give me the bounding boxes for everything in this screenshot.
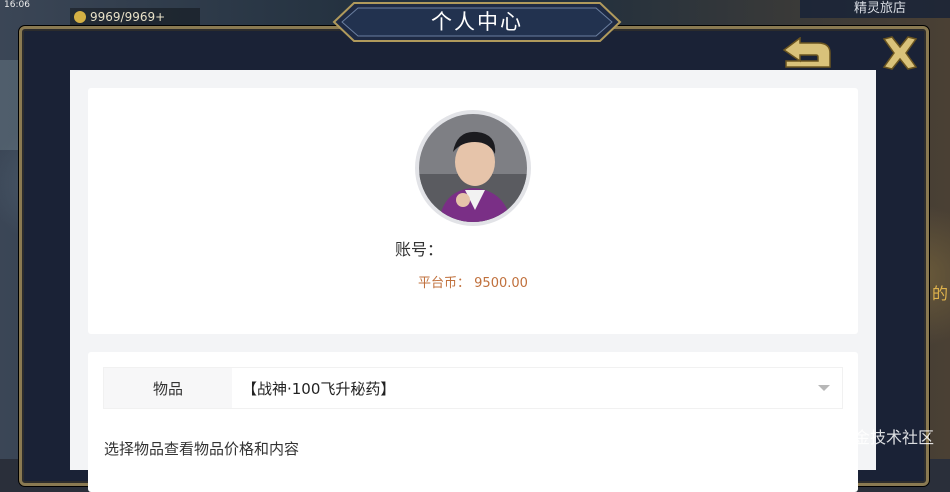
- platform-coins: 平台币： 9500.00: [418, 272, 528, 291]
- account-row: 账号：: [395, 236, 443, 260]
- left-side-panel: [0, 60, 18, 150]
- profile-card: 账号： 平台币： 9500.00: [88, 88, 858, 334]
- item-selected-value: 【战神·100飞升秘药】: [242, 379, 396, 398]
- shop-button[interactable]: 精灵旅店: [800, 0, 950, 18]
- back-button[interactable]: [780, 36, 836, 73]
- gold-counter: 9969/9969+: [70, 8, 200, 26]
- return-arrow-icon: [782, 36, 831, 68]
- item-dropdown[interactable]: 【战神·100飞升秘药】: [232, 368, 842, 408]
- title-plate: 个人中心: [332, 2, 622, 42]
- items-card: 物品 【战神·100飞升秘药】 选择物品查看物品价格和内容: [88, 352, 858, 492]
- item-select-row: 物品 【战神·100飞升秘药】: [103, 367, 843, 409]
- side-text: 的: [931, 284, 948, 303]
- personal-center-dialog: 账号： 平台币： 9500.00 物品 【战神·100飞升秘药】 选择物品查看物…: [19, 26, 929, 492]
- coin-icon: [74, 11, 86, 23]
- dialog-title: 个人中心: [431, 10, 523, 34]
- coins-label: 平台币：: [418, 276, 471, 291]
- watermark: @稀土掘金技术社区: [789, 428, 934, 447]
- caret-down-icon: [818, 385, 830, 391]
- gold-value: 9969/9969+: [90, 10, 166, 24]
- account-label: 账号：: [395, 240, 444, 259]
- content-panel: 账号： 平台币： 9500.00 物品 【战神·100飞升秘药】 选择物品查看物…: [70, 70, 876, 492]
- avatar: [415, 110, 531, 226]
- coins-value: 9500.00: [474, 276, 528, 291]
- item-hint: 选择物品查看物品价格和内容: [104, 440, 300, 458]
- item-label: 物品: [104, 368, 232, 408]
- clock: 16:06: [4, 0, 30, 10]
- close-x-icon: [882, 36, 918, 70]
- close-button[interactable]: [880, 33, 920, 73]
